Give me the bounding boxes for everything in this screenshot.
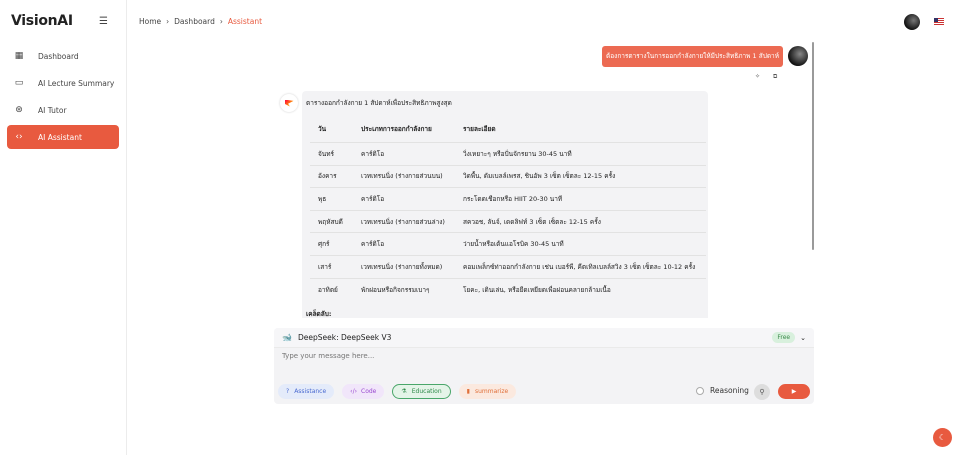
breadcrumb: Home › Dashboard › Assistant (139, 17, 262, 26)
model-selector[interactable]: 🐋 DeepSeek: DeepSeek V3 Free ⌄ (274, 328, 814, 348)
sidebar-item-label: AI Lecture Summary (38, 78, 115, 88)
composer: 🐋 DeepSeek: DeepSeek V3 Free ⌄ ? Assistan… (274, 328, 814, 404)
table-row: ศุกร์ คาร์ดิโอ ว่ายน้ำหรือเต้นแอโรบิค 30-4… (310, 232, 706, 256)
sidebar: VisionAI ☰ ▦ Dashboard ▭ AI Lecture Summar… (0, 0, 127, 455)
chip-code[interactable]: ‹/› Code (342, 384, 385, 399)
user-message: ต้องการตารางในการออกกำลังกายให้มีประสิทธ… (602, 46, 783, 67)
table-row: อังคาร เวทเทรนนิ่ง (ร่างกายส่วนบน) วิดพื้น… (310, 165, 706, 189)
send-button[interactable]: ▶ (778, 384, 810, 399)
table-cell: วิดพื้น, ดัมเบลล์เพรส, ชินอัพ 3 เซ็ต เซ็… (455, 165, 706, 189)
model-name: DeepSeek: DeepSeek V3 (297, 333, 392, 342)
assistant-message: ตารางออกกำลังกาย 1 สัปดาห์เพื่อประสิทธิภ… (302, 91, 708, 318)
table-cell: ศุกร์ (310, 232, 353, 256)
schedule-table: วัน ประเภทการออกกำลังกาย รายละเอียด จันท… (310, 116, 706, 301)
code-icon: ‹› (15, 132, 23, 142)
table-cell: วิ่งเหยาะๆ หรือปั่นจักรยาน 30-45 นาที (455, 142, 706, 166)
table-cell: สควอช, ลันจ์, เดดลิฟท์ 3 เซ็ต เซ็ตละ 12-… (455, 210, 706, 234)
paperclip-icon: ⚲ (759, 388, 765, 396)
deepseek-whale-icon: 🐋 (282, 333, 292, 342)
sidebar-item-ai-tutor[interactable]: ⊛ AI Tutor (7, 98, 119, 122)
code-icon: ‹/› (350, 388, 357, 395)
table-row: พุธ คาร์ดิโอ กระโดดเชือกหรือ HIIT 20-30 นา… (310, 187, 706, 211)
table-cell: จันทร์ (310, 142, 353, 166)
sidebar-item-label: AI Assistant (38, 132, 82, 142)
table-row: เสาร์ เวทเทรนนิ่ง (ร่างกายทั้งหมด) คอมเพล็… (310, 255, 706, 279)
table-row: จันทร์ คาร์ดิโอ วิ่งเหยาะๆ หรือปั่นจักรยาน… (310, 142, 706, 166)
table-cell: คอมเพล็กซ์ท่าออกกำลังกาย เช่น เบอร์พี, ค… (455, 255, 706, 279)
question-icon: ? (286, 388, 290, 395)
table-cell: คาร์ดิโอ (353, 142, 455, 166)
grid-icon: ▦ (14, 51, 24, 61)
sidebar-item-ai-lecture-summary[interactable]: ▭ AI Lecture Summary (7, 71, 119, 95)
chip-assistance[interactable]: ? Assistance (278, 384, 335, 399)
collapse-sidebar-icon[interactable]: ☰ (99, 16, 108, 27)
chevron-right-icon: › (166, 17, 170, 26)
book-icon: ▭ (14, 78, 24, 88)
reasoning-label: Reasoning (710, 386, 749, 395)
chat-scrollbar[interactable] (812, 42, 814, 250)
dark-mode-toggle[interactable]: ☾ (933, 428, 952, 447)
table-cell: คาร์ดิโอ (353, 187, 455, 211)
breadcrumb-dashboard[interactable]: Dashboard (174, 17, 215, 26)
reasoning-checkbox[interactable] (696, 386, 704, 395)
table-cell: คาร์ดิโอ (353, 232, 455, 256)
brain-icon: ⊛ (15, 105, 23, 115)
table-cell: ว่ายน้ำหรือเต้นแอโรบิค 30-45 นาที (455, 232, 706, 256)
chat-thread: ต้องการตารางในการออกกำลังกายให้มีประสิทธ… (270, 40, 818, 318)
tips-heading: เคล็ดลับ: (306, 309, 332, 318)
table-row: พฤหัสบดี เวทเทรนนิ่ง (ร่างกายส่วนล่าง) สคว… (310, 210, 706, 234)
user-avatar[interactable] (904, 14, 920, 30)
send-icon: ▶ (791, 388, 797, 395)
table-header: ประเภทการออกกำลังกาย (353, 116, 455, 143)
chip-label: Assistance (294, 388, 327, 395)
sidebar-nav: ▦ Dashboard ▭ AI Lecture Summary ⊛ AI Tutor… (7, 44, 119, 152)
table-header: วัน (310, 116, 353, 143)
attach-button[interactable]: ⚲ (754, 384, 770, 400)
table-cell: พฤหัสบดี (310, 210, 353, 234)
document-icon: ▮ (466, 388, 470, 395)
sidebar-item-label: Dashboard (38, 51, 79, 61)
chevron-down-icon[interactable]: ⌄ (800, 334, 806, 342)
app-logo: VisionAI (11, 13, 73, 29)
chip-label: Code (361, 388, 377, 395)
free-badge: Free (772, 332, 796, 343)
assistant-logo-icon (284, 99, 294, 107)
response-intro: ตารางออกกำลังกาย 1 สัปดาห์เพื่อประสิทธิภ… (306, 99, 452, 107)
table-cell: อาทิตย์ (318, 285, 338, 294)
table-cell: โยคะ, เดินเล่น, หรือยืดเหยียดเพื่อผ่อนคล… (463, 285, 611, 294)
chip-label: Education (411, 388, 442, 395)
chip-label: summarize (474, 388, 509, 395)
table-cell: เสาร์ (310, 255, 353, 279)
breadcrumb-current: Assistant (227, 17, 263, 26)
table-cell: เวทเทรนนิ่ง (ร่างกายส่วนล่าง) (353, 210, 455, 234)
table-cell: เวทเทรนนิ่ง (ร่างกายส่วนบน) (353, 165, 455, 189)
breadcrumb-home[interactable]: Home (139, 17, 161, 26)
sidebar-item-dashboard[interactable]: ▦ Dashboard (7, 44, 119, 68)
us-flag-icon[interactable] (934, 18, 944, 25)
table-row: อาทิตย์ พักผ่อนหรือกิจกรรมเบาๆ โยคะ, เดินเ… (310, 278, 706, 301)
user-message-avatar (788, 46, 808, 66)
sidebar-item-ai-assistant[interactable]: ‹› AI Assistant (7, 125, 119, 149)
copy-icon[interactable]: ⧉ (773, 73, 777, 81)
table-cell: อังคาร (310, 165, 353, 189)
flask-icon: ⚗ (401, 388, 407, 395)
table-cell: เวทเทรนนิ่ง (ร่างกายทั้งหมด) (353, 255, 455, 279)
message-input[interactable] (282, 352, 782, 360)
table-cell: กระโดดเชือกหรือ HIIT 20-30 นาที (455, 187, 706, 211)
table-cell: พุธ (310, 187, 353, 211)
chip-summarize[interactable]: ▮ summarize (458, 384, 517, 399)
sidebar-item-label: AI Tutor (38, 105, 67, 115)
reasoning-toggle[interactable]: Reasoning (696, 386, 749, 395)
chip-education[interactable]: ⚗ Education (392, 384, 451, 399)
assistant-avatar (280, 94, 298, 112)
chevron-right-icon: › (219, 17, 223, 26)
table-cell: พักผ่อนหรือกิจกรรมเบาๆ (361, 285, 430, 294)
table-header: รายละเอียด (455, 116, 706, 143)
edit-icon[interactable]: ✧ (755, 73, 760, 80)
moon-icon: ☾ (938, 433, 947, 442)
